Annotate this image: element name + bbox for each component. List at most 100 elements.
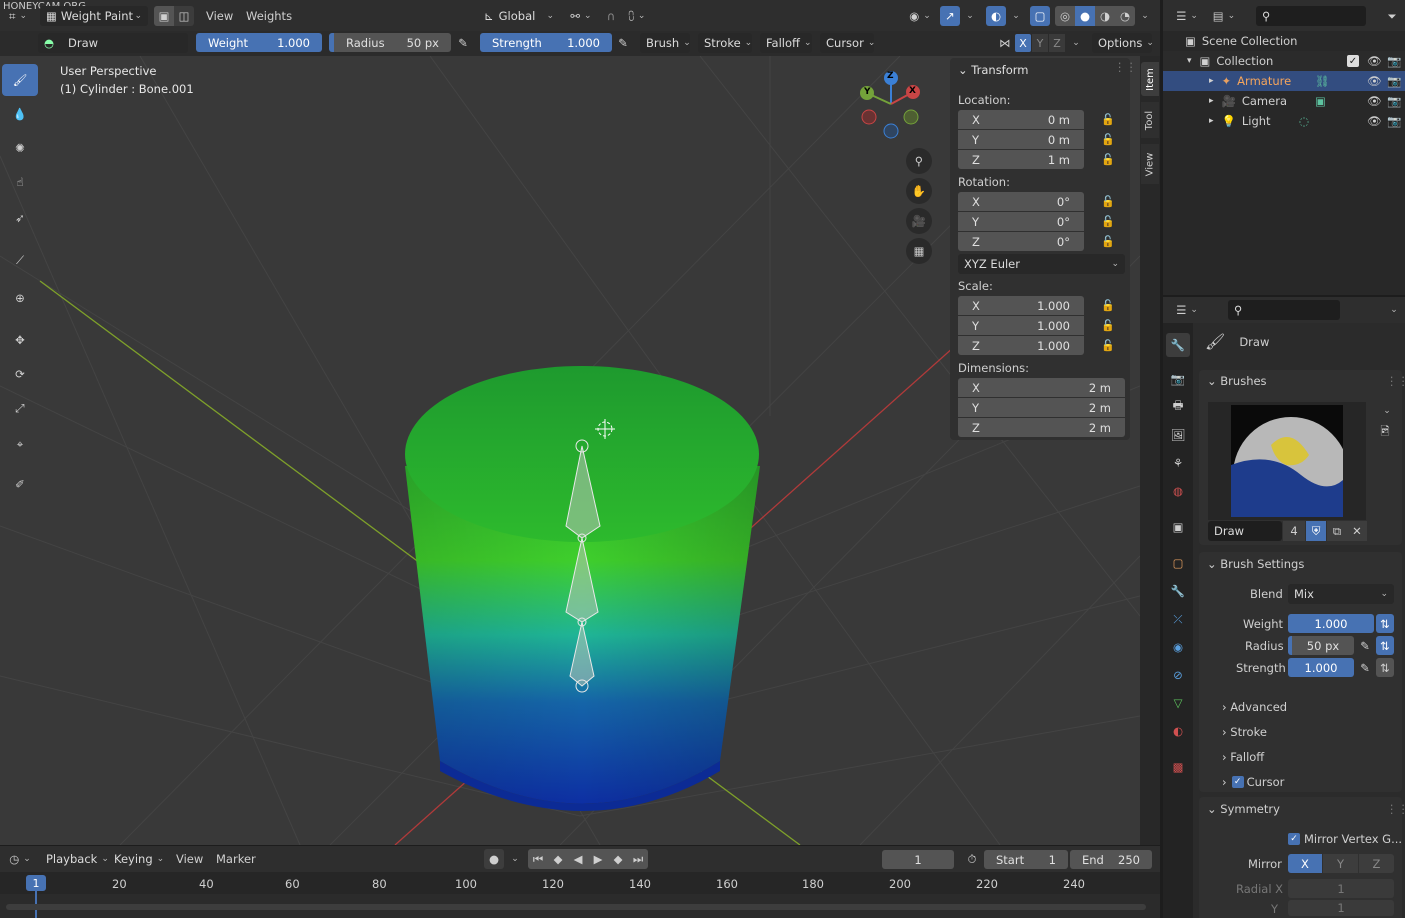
expand-arrow-icon[interactable]: ▸ (1209, 116, 1214, 126)
tab-item[interactable]: Item (1141, 62, 1159, 96)
camera-view-icon[interactable]: 🎥 (906, 208, 932, 234)
blend-dropdown[interactable]: Mix ⌄ (1288, 584, 1394, 604)
axis-z-toggle[interactable]: Z (1049, 34, 1065, 52)
subpanel-falloff[interactable]: › Falloff (1222, 750, 1264, 764)
radius-field[interactable]: Radius 50 px (329, 33, 451, 52)
cursor-checkbox[interactable]: ✓ (1231, 776, 1244, 788)
timeline-editor-icon[interactable]: ◷ ⌄ (5, 849, 35, 869)
tab-constraints-icon[interactable]: ⊘ (1166, 664, 1190, 686)
radius-slider[interactable]: 50 px (1288, 636, 1354, 655)
display-mode-icon[interactable]: ▤ ⌄ (1208, 6, 1240, 26)
timeline-scrollbar[interactable] (6, 904, 1146, 910)
axis-x-toggle[interactable]: X (1015, 34, 1031, 52)
gradient-tool-icon[interactable]: ➶ (2, 202, 38, 234)
lock-icon[interactable]: 🔓 (1098, 150, 1118, 169)
strength-pressure-icon[interactable]: ✎ (1356, 658, 1374, 677)
face-select-icon[interactable]: ▣ (154, 6, 174, 26)
transform-orientation-dropdown[interactable]: ⊾ Global ⌄ (478, 6, 560, 26)
menu-playback[interactable]: Playback ⌄ (40, 849, 109, 869)
next-keyframe-icon[interactable]: ◆ (608, 849, 628, 869)
ortho-toggle-icon[interactable]: ▦ (906, 238, 932, 264)
weight-unified-icon[interactable]: ⇅ (1376, 614, 1394, 633)
subpanel-advanced[interactable]: › Advanced (1222, 700, 1287, 714)
dimensions-x-field[interactable]: X2 m (958, 378, 1125, 397)
record-icon[interactable]: ● (484, 849, 504, 869)
eye-icon[interactable]: 👁 (1367, 74, 1382, 88)
timeline-ruler[interactable]: 1 20 40 60 80 100 120 140 160 180 200 22… (0, 872, 1160, 918)
lock-icon[interactable]: 🔓 (1098, 336, 1118, 355)
lock-icon[interactable]: 🔓 (1098, 316, 1118, 335)
gizmo-dropdown-icon[interactable]: ⌄ (962, 6, 974, 26)
annotate-cursor-tool-icon[interactable]: ⊕ (2, 282, 38, 314)
panel-drag-handle[interactable]: ⋮⋮ (1114, 60, 1137, 74)
lock-icon[interactable]: 🔓 (1098, 232, 1118, 251)
tab-view[interactable]: View (1141, 144, 1159, 184)
tab-scene-icon[interactable]: ⚘ (1166, 452, 1190, 474)
symmetry-panel-title[interactable]: ⌄ Symmetry (1207, 802, 1280, 816)
scale-tool-icon[interactable]: ⤢ (2, 392, 38, 424)
play-reverse-icon[interactable]: ◀ (568, 849, 588, 869)
tab-tool-icon[interactable]: 🔧 (1166, 333, 1190, 357)
material-shading-icon[interactable]: ◑ (1095, 6, 1115, 26)
panel-drag-handle[interactable]: ⋮⋮ (1386, 802, 1405, 816)
tab-physics-icon[interactable]: ◉ (1166, 636, 1190, 658)
lock-icon[interactable]: 🔓 (1098, 110, 1118, 129)
play-icon[interactable]: ▶ (588, 849, 608, 869)
weight-field[interactable]: Weight 1.000 (196, 33, 322, 52)
tab-modifier-icon[interactable]: 🔧 (1166, 580, 1190, 602)
vertex-select-icon[interactable]: ◫ (174, 6, 194, 26)
overlay-toggle-icon[interactable]: ◐ (986, 6, 1006, 26)
outliner-editor-icon[interactable]: ☰ ⌄ (1172, 6, 1202, 26)
duplicate-brush-icon[interactable]: ⧉ (1327, 521, 1347, 541)
outliner-item-camera[interactable]: ▸ 🎥 Camera ▣ 👁 📷 (1163, 91, 1405, 111)
average-tool-icon[interactable]: ✺ (2, 132, 38, 164)
shading-buttons[interactable]: ◎ ● ◑ ◔ (1055, 6, 1135, 26)
brushes-panel-title[interactable]: ⌄ Brushes (1207, 374, 1267, 388)
camera-render-icon[interactable]: 📷 (1387, 94, 1401, 108)
pan-hand-icon[interactable]: ✋ (906, 178, 932, 204)
tab-material-icon[interactable]: ◐ (1166, 720, 1190, 742)
location-z-field[interactable]: Z1 m (958, 150, 1084, 169)
camera-render-icon[interactable]: 📷 (1387, 54, 1401, 68)
snap-target-icon[interactable]: ⩇ ⌄ (622, 6, 652, 26)
mode-dropdown[interactable]: ▦ Weight Paint ⌄ (40, 6, 148, 26)
menu-view[interactable]: View (206, 9, 233, 23)
expand-arrow-icon[interactable]: ▾ (1187, 56, 1192, 66)
radius-unified-icon[interactable]: ⇅ (1376, 636, 1394, 655)
tab-tool[interactable]: Tool (1141, 102, 1159, 138)
brush-preview-thumbnail[interactable] (1208, 402, 1366, 520)
tab-data-icon[interactable]: ▽ (1166, 692, 1190, 714)
axis-dropdown-icon[interactable]: ⌄ (1066, 34, 1082, 52)
blur-tool-icon[interactable]: 💧 (2, 98, 38, 130)
tab-object-icon[interactable]: ▢ (1166, 552, 1190, 574)
end-frame-field[interactable]: End 250 (1070, 850, 1152, 869)
checkbox-icon[interactable]: ✓ (1347, 55, 1359, 67)
properties-options-icon[interactable]: ⌄ (1384, 300, 1400, 320)
subpanel-cursor[interactable]: › ✓ Cursor (1222, 775, 1284, 789)
axis-y-toggle[interactable]: Y (1032, 34, 1048, 52)
lock-icon[interactable]: 🔓 (1098, 212, 1118, 231)
sample-weight-tool-icon[interactable]: ⟋ (2, 244, 38, 276)
playhead[interactable]: 1 (26, 875, 46, 891)
select-mode-buttons[interactable]: ▣ ◫ (154, 6, 194, 26)
rendered-shading-icon[interactable]: ◔ (1115, 6, 1135, 26)
weight-slider[interactable]: 1.000 (1288, 614, 1374, 633)
collection-row[interactable]: ▾ ▣ Collection ✓ 👁 📷 (1163, 51, 1405, 71)
stopwatch-icon[interactable]: ⏱ (962, 850, 982, 869)
solid-shading-icon[interactable]: ● (1075, 6, 1095, 26)
jump-end-icon[interactable]: ⏭ (628, 849, 648, 869)
transform-panel-title[interactable]: ⌄ Transform (958, 63, 1029, 77)
menu-timeline-view[interactable]: View (176, 852, 203, 866)
mirror-z-toggle[interactable]: Z (1359, 854, 1394, 873)
jump-start-icon[interactable]: ⏮ (528, 849, 548, 869)
brush-browse-dropdown-icon[interactable]: ⌄ (1376, 403, 1394, 419)
menu-weights[interactable]: Weights (246, 9, 292, 23)
gizmo-toggle-icon[interactable]: ↗ (940, 6, 960, 26)
radial-y-field[interactable]: 1 (1288, 900, 1394, 916)
camera-render-icon[interactable]: 📷 (1387, 74, 1401, 88)
start-frame-field[interactable]: Start 1 (984, 850, 1068, 869)
mirror-x-toggle[interactable]: X (1288, 854, 1322, 873)
unlink-brush-icon[interactable]: ✕ (1347, 521, 1367, 541)
rotate-tool-icon[interactable]: ⟳ (2, 358, 38, 390)
tab-particles-icon[interactable]: ⤫ (1166, 608, 1190, 630)
